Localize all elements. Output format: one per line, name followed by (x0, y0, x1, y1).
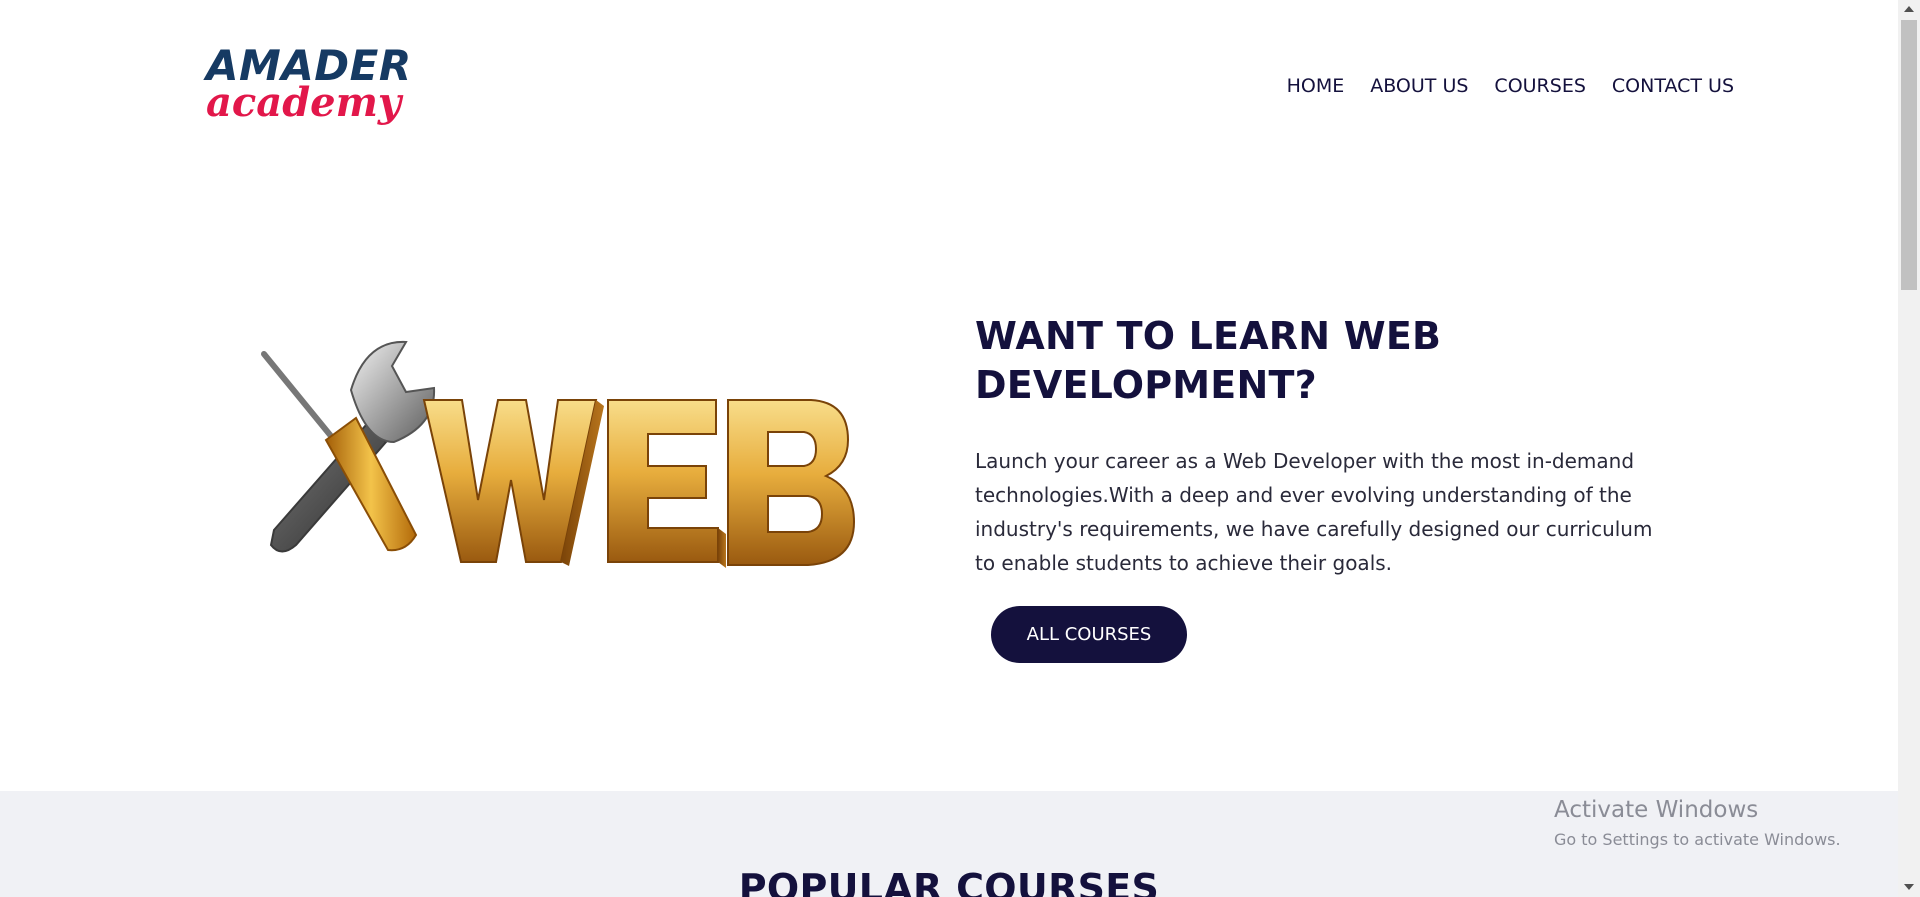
scroll-down-arrow-icon[interactable] (1904, 884, 1914, 890)
web-illustration-svg (261, 340, 856, 568)
nav-courses[interactable]: COURSES (1494, 75, 1585, 97)
watermark-title: Activate Windows (1554, 797, 1759, 823)
scrollbar-thumb[interactable] (1901, 20, 1917, 290)
hero-title-line-2: DEVELOPMENT? (975, 363, 1317, 407)
activate-windows-watermark: Activate Windows Go to Settings to activ… (1554, 795, 1841, 852)
hero-title-line-1: WANT TO LEARN WEB (975, 314, 1442, 358)
all-courses-button[interactable]: ALL COURSES (991, 606, 1187, 663)
main-nav: HOME ABOUT US COURSES CONTACT US (1287, 75, 1734, 97)
nav-home[interactable]: HOME (1287, 75, 1345, 97)
site-logo[interactable]: AMADER academy (206, 44, 416, 126)
site-header: AMADER academy HOME ABOUT US COURSES CON… (0, 0, 1898, 180)
watermark-subtitle: Go to Settings to activate Windows. (1554, 830, 1841, 849)
nav-contact-us[interactable]: CONTACT US (1612, 75, 1734, 97)
logo-line-academy: academy (206, 79, 402, 126)
scroll-up-arrow-icon[interactable] (1904, 6, 1914, 12)
hero-text-block: WANT TO LEARN WEB DEVELOPMENT? Launch yo… (975, 312, 1675, 580)
web-tools-illustration (256, 330, 856, 600)
hero-description: Launch your career as a Web Developer wi… (975, 449, 1653, 575)
page-scrollbar[interactable] (1898, 0, 1920, 897)
nav-about-us[interactable]: ABOUT US (1370, 75, 1468, 97)
popular-courses-title: POPULAR COURSES (738, 866, 1160, 897)
hero-title: WANT TO LEARN WEB DEVELOPMENT? (975, 312, 1675, 410)
